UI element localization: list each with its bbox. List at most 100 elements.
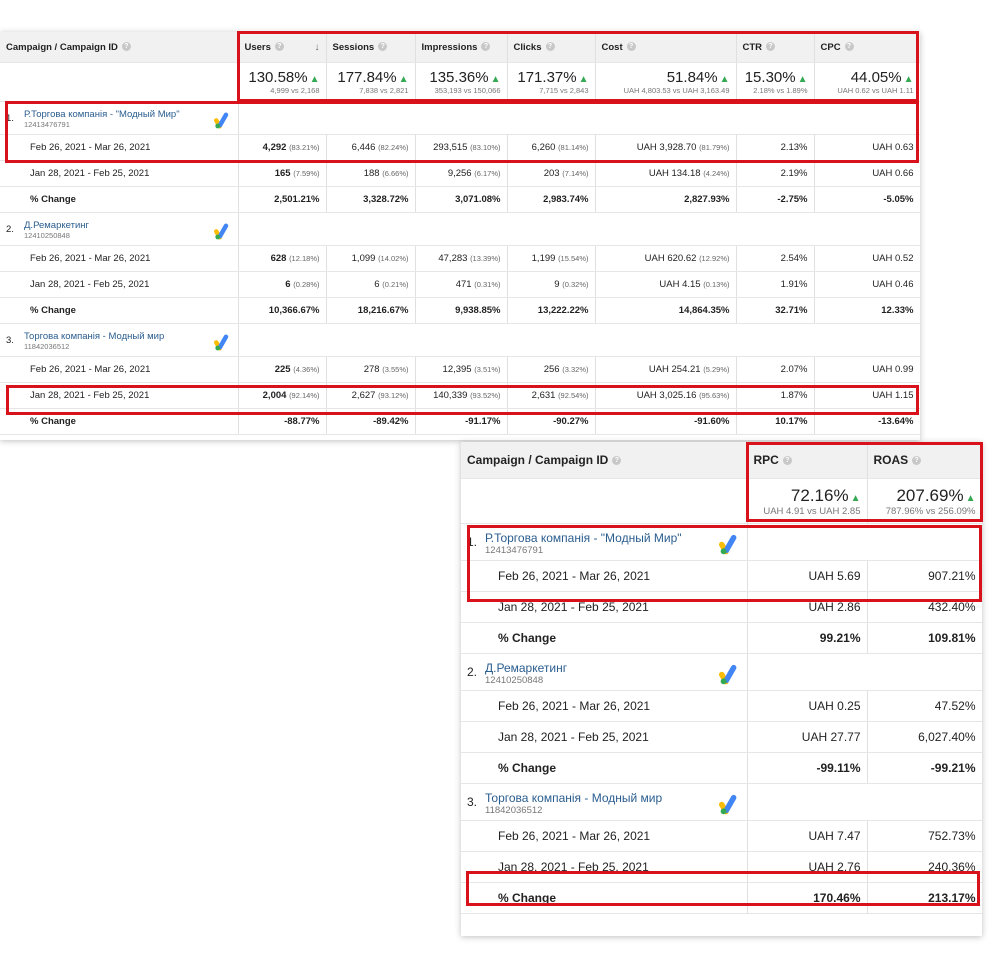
column-header-rpc[interactable]: RPC? xyxy=(747,442,868,479)
sessions-cell: 18,216.67% xyxy=(326,297,416,324)
column-header-campaign[interactable]: Campaign / Campaign ID? xyxy=(0,32,239,63)
impressions-cell: 3,071.08% xyxy=(415,186,508,213)
clicks-cell: -90.27% xyxy=(507,408,596,435)
trend-up-icon: ▲ xyxy=(398,74,409,85)
sessions-cell: 1,099 (14.02%) xyxy=(326,245,416,272)
ctr-cell: 2.07% xyxy=(736,356,815,383)
row-label: Jan 28, 2021 - Feb 25, 2021 xyxy=(0,382,239,409)
google-ads-icon xyxy=(718,664,736,684)
cpc-cell: UAH 0.63 xyxy=(814,134,920,161)
help-icon[interactable]: ? xyxy=(274,42,284,52)
row-label: Feb 26, 2021 - Mar 26, 2021 xyxy=(461,690,748,722)
change-row: % Change 10,366.67% 18,216.67% 9,938.85% 13,… xyxy=(0,297,920,324)
campaign-id: 12410250848 xyxy=(485,674,544,686)
help-icon[interactable]: ? xyxy=(121,42,131,52)
column-header-cpc[interactable]: CPC? xyxy=(814,32,920,63)
change-row: % Change -88.77% -89.42% -91.17% -90.27% -91.… xyxy=(0,408,920,435)
clicks-cell: 13,222.22% xyxy=(507,297,596,324)
users-value: 6 xyxy=(285,279,291,290)
period-row: Jan 28, 2021 - Feb 25, 2021 UAH 27.77 6,02… xyxy=(461,721,982,753)
column-header-sessions[interactable]: Sessions? xyxy=(326,32,416,63)
summary-cpc: 44.05% ▲ UAH 0.62 vs UAH 1.11 xyxy=(814,62,920,102)
campaign-name-link[interactable]: Р.Торгова компанія - "Модный Мир" xyxy=(485,531,682,545)
cpc-cell: UAH 0.99 xyxy=(814,356,920,383)
users-value: 165 xyxy=(274,168,291,179)
column-header-roas[interactable]: ROAS? xyxy=(867,442,982,479)
cost-cell: 14,864.35% xyxy=(595,297,737,324)
help-icon[interactable]: ? xyxy=(766,42,776,52)
users-cell: 10,366.67% xyxy=(238,297,327,324)
campaign-index: 2. xyxy=(6,224,14,235)
column-header-clicks[interactable]: Clicks? xyxy=(507,32,596,63)
sessions-share: (0.21%) xyxy=(382,280,409,289)
clicks-value: 2,983.74% xyxy=(543,194,589,205)
campaign-row[interactable]: 1. Р.Торгова компанія - "Модный Мир" 12413… xyxy=(461,523,982,561)
column-header-campaign[interactable]: Campaign / Campaign ID? xyxy=(461,442,748,479)
impressions-cell: 140,339 (93.52%) xyxy=(415,382,508,409)
column-header-impressions[interactable]: Impressions? xyxy=(415,32,508,63)
sessions-cell: 6 (0.21%) xyxy=(326,271,416,298)
campaign-name-link[interactable]: Д.Ремаркетинг xyxy=(24,220,89,231)
campaign-name-link[interactable]: Д.Ремаркетинг xyxy=(485,661,567,675)
help-icon[interactable]: ? xyxy=(481,42,491,52)
column-header-ctr[interactable]: CTR? xyxy=(736,32,815,63)
campaign-empty-cell xyxy=(747,523,982,561)
revenue-table: Campaign / Campaign ID? RPC? ROAS? 72.16… xyxy=(461,442,982,914)
help-icon[interactable]: ? xyxy=(844,42,854,52)
sessions-value: 6,446 xyxy=(351,142,376,153)
campaign-name-block: Д.Ремаркетинг 12410250848 xyxy=(485,659,567,686)
campaign-empty-cell xyxy=(238,323,920,357)
column-header-cost[interactable]: Cost? xyxy=(595,32,737,63)
help-icon[interactable]: ? xyxy=(626,42,636,52)
campaign-index: 1. xyxy=(6,113,14,124)
campaign-name-block: Торгова компанія - Модный мир 11842036512 xyxy=(485,789,662,816)
summary-row: 72.16% ▲ UAH 4.91 vs UAH 2.85 207.69% ▲ 787.… xyxy=(461,478,982,524)
ctr-cell: 2.19% xyxy=(736,160,815,187)
cost-cell: UAH 620.62 (12.92%) xyxy=(595,245,737,272)
users-share: (83.21%) xyxy=(289,143,320,152)
campaign-name-link[interactable]: Торгова компанія - Модный мир xyxy=(24,331,164,342)
campaign-empty-cell xyxy=(747,783,982,821)
sessions-cell: 6,446 (82.24%) xyxy=(326,134,416,161)
users-value: 2,004 xyxy=(262,390,287,401)
trend-up-icon: ▲ xyxy=(850,492,861,504)
row-label: Jan 28, 2021 - Feb 25, 2021 xyxy=(0,160,239,187)
campaign-row[interactable]: 3. Торгова компанія - Модный мир 118420365… xyxy=(0,323,920,357)
cost-share: (5.29%) xyxy=(703,365,730,374)
impressions-cell: 47,283 (13.39%) xyxy=(415,245,508,272)
google-ads-icon xyxy=(213,223,228,240)
cost-cell: UAH 3,025.16 (95.63%) xyxy=(595,382,737,409)
sessions-value: -89.42% xyxy=(373,416,409,427)
row-label: Feb 26, 2021 - Mar 26, 2021 xyxy=(0,245,239,272)
sort-arrow-down-icon[interactable]: ↓ xyxy=(315,42,320,53)
ctr-cell: 1.87% xyxy=(736,382,815,409)
campaign-row[interactable]: 1. Р.Торгова компанія - "Модный Мир" 12413… xyxy=(0,101,920,135)
campaign-row[interactable]: 2. Д.Ремаркетинг 12410250848 xyxy=(0,212,920,246)
users-share: (0.28%) xyxy=(293,280,320,289)
help-icon[interactable]: ? xyxy=(612,456,622,466)
users-cell: 225 (4.36%) xyxy=(238,356,327,383)
campaign-index: 1. xyxy=(467,534,478,549)
cpc-cell: UAH 0.52 xyxy=(814,245,920,272)
help-icon[interactable]: ? xyxy=(545,42,555,52)
campaign-row[interactable]: 3. Торгова компанія - Модный мир 118420365… xyxy=(461,783,982,821)
row-label: Feb 26, 2021 - Mar 26, 2021 xyxy=(0,134,239,161)
sessions-value: 3,328.72% xyxy=(363,194,409,205)
google-ads-icon xyxy=(213,112,228,129)
help-icon[interactable]: ? xyxy=(378,42,388,52)
help-icon[interactable]: ? xyxy=(912,456,922,466)
campaign-name-link[interactable]: Р.Торгова компанія - "Модный Мир" xyxy=(24,109,180,120)
campaign-cell: 2. Д.Ремаркетинг 12410250848 xyxy=(0,212,239,246)
column-header-users[interactable]: Users? ↓ xyxy=(238,32,327,63)
impressions-cell: 9,256 (6.17%) xyxy=(415,160,508,187)
campaign-id: 12413476791 xyxy=(485,544,544,556)
campaign-name-link[interactable]: Торгова компанія - Модный мир xyxy=(485,791,662,805)
trend-up-icon: ▲ xyxy=(578,74,589,85)
impressions-share: (0.31%) xyxy=(474,280,501,289)
row-label: Jan 28, 2021 - Feb 25, 2021 xyxy=(461,591,748,623)
users-share: (4.36%) xyxy=(293,365,320,374)
users-cell: 2,501.21% xyxy=(238,186,327,213)
campaign-row[interactable]: 2. Д.Ремаркетинг 12410250848 xyxy=(461,653,982,691)
help-icon[interactable]: ? xyxy=(782,456,792,466)
period-row: Feb 26, 2021 - Mar 26, 2021 4,292 (83.21%… xyxy=(0,134,920,161)
